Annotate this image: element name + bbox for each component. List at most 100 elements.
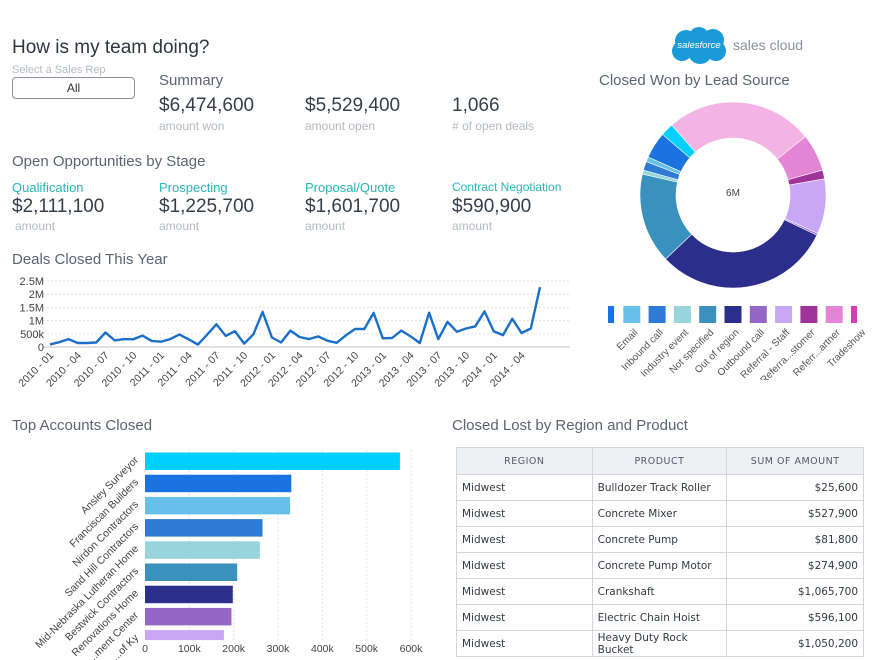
deals-closed-line-chart: 0500k1M1.5M2M2.5M 2010 - 012010 - 042010… bbox=[16, 276, 570, 389]
stage-value: $2,111,100 bbox=[12, 196, 105, 217]
stage-label: amount bbox=[15, 219, 56, 233]
stages-title: Open Opportunities by Stage bbox=[12, 153, 206, 170]
legend-swatch[interactable] bbox=[775, 306, 793, 323]
column-header-product[interactable]: PRODUCT bbox=[591, 447, 728, 475]
amount-cell: $1,065,700 bbox=[726, 578, 864, 605]
amount-cell: $527,900 bbox=[726, 500, 864, 527]
stage-label: amount bbox=[452, 219, 493, 233]
x-tick-label: 200k bbox=[222, 643, 246, 655]
summary-metric-open-deals: 1,066 # of open deals bbox=[452, 95, 534, 133]
column-header-sum-of-amount[interactable]: SUM OF AMOUNT bbox=[726, 447, 864, 475]
stage-prospecting: Prospecting $1,225,700 amount bbox=[159, 180, 254, 233]
line-chart-title: Deals Closed This Year bbox=[12, 251, 168, 268]
table-row[interactable]: Midwest Concrete Mixer $527,900 bbox=[456, 500, 864, 527]
amount-cell: $596,100 bbox=[726, 604, 864, 631]
region-cell: Midwest bbox=[456, 526, 593, 553]
region-cell: Midwest bbox=[456, 578, 593, 605]
metric-label: amount won bbox=[159, 119, 225, 133]
donut-legend: EmailInbound callIndustry eventNot speci… bbox=[608, 306, 869, 380]
metric-value: $5,529,400 bbox=[305, 95, 401, 116]
stage-contract-negotiation: Contract Negotiation $590,900 amount bbox=[452, 180, 561, 233]
sales-rep-select[interactable]: All bbox=[12, 77, 135, 99]
legend-swatch[interactable] bbox=[800, 306, 818, 323]
x-tick-label: 600k bbox=[400, 643, 424, 655]
summary-metric-amount-won: $6,474,600 amount won bbox=[159, 95, 254, 133]
bar[interactable] bbox=[145, 585, 233, 604]
amount-cell: $274,900 bbox=[726, 552, 864, 579]
legend-swatch[interactable] bbox=[648, 306, 666, 323]
product-cell: Crankshaft bbox=[591, 578, 728, 605]
stage-value: $590,900 bbox=[452, 196, 532, 217]
legend-swatch[interactable] bbox=[608, 306, 614, 323]
bar[interactable] bbox=[145, 496, 290, 515]
y-tick-label: 2M bbox=[29, 289, 44, 301]
stage-value: $1,601,700 bbox=[305, 196, 401, 217]
page-title: How is my team doing? bbox=[12, 37, 210, 58]
stage-name: Proposal/Quote bbox=[305, 180, 396, 195]
legend-swatch[interactable] bbox=[825, 306, 843, 323]
legend-swatch[interactable] bbox=[623, 306, 641, 323]
legend-swatch[interactable] bbox=[749, 306, 767, 323]
column-header-region[interactable]: REGION bbox=[456, 447, 593, 475]
stage-name: Prospecting bbox=[159, 180, 228, 195]
bar[interactable] bbox=[145, 630, 224, 641]
metric-label: amount open bbox=[305, 119, 376, 133]
logo-brand: salesforce bbox=[677, 40, 720, 51]
line-series-amount bbox=[49, 286, 542, 346]
x-tick-label: 100k bbox=[178, 643, 202, 655]
logo-product: sales cloud bbox=[733, 37, 804, 53]
region-cell: Midwest bbox=[456, 474, 593, 501]
closed-lost-table: REGION PRODUCT SUM OF AMOUNT Midwest Bull… bbox=[456, 447, 864, 657]
stage-value: $1,225,700 bbox=[159, 196, 255, 217]
product-cell: Concrete Pump bbox=[591, 526, 728, 553]
table-row[interactable]: Midwest Concrete Pump $81,800 bbox=[456, 526, 864, 553]
metric-label: # of open deals bbox=[452, 119, 535, 133]
product-cell: Concrete Pump Motor bbox=[591, 552, 728, 579]
donut-chart-title: Closed Won by Lead Source bbox=[599, 72, 790, 89]
sales-rep-select-label: Select a Sales Rep bbox=[12, 64, 106, 76]
stage-proposal-quote: Proposal/Quote $1,601,700 amount bbox=[305, 180, 400, 233]
stage-label: amount bbox=[159, 219, 200, 233]
cloud-icon: salesforce bbox=[672, 27, 726, 64]
product-cell: Bulldozer Track Roller bbox=[591, 474, 728, 501]
region-cell: Midwest bbox=[456, 500, 593, 527]
bar[interactable] bbox=[145, 541, 260, 559]
stage-name: Contract Negotiation bbox=[452, 180, 562, 194]
bar[interactable] bbox=[145, 474, 292, 493]
bar[interactable] bbox=[145, 452, 400, 471]
table-row[interactable]: Midwest Bulldozer Track Roller $25,600 bbox=[456, 474, 864, 501]
product-cell: Heavy Duty Rock Bucket bbox=[591, 630, 728, 657]
salesforce-logo: salesforce sales cloud bbox=[668, 25, 803, 65]
metric-value: $6,474,600 bbox=[159, 95, 255, 116]
bar[interactable] bbox=[145, 607, 232, 626]
amount-cell: $81,800 bbox=[726, 526, 864, 553]
legend-swatch[interactable] bbox=[724, 306, 742, 323]
metric-value: 1,066 bbox=[452, 95, 500, 116]
product-cell: Electric Chain Hoist bbox=[591, 604, 728, 631]
x-tick-label: 500k bbox=[355, 643, 379, 655]
summary-title: Summary bbox=[159, 72, 224, 89]
x-tick-label: 300k bbox=[267, 643, 291, 655]
donut-center-label: 6M bbox=[726, 188, 740, 199]
table-row[interactable]: Midwest Concrete Pump Motor $274,900 bbox=[456, 552, 864, 579]
y-tick-label: 500k bbox=[20, 329, 44, 341]
table-row[interactable]: Midwest Heavy Duty Rock Bucket $1,050,200 bbox=[456, 630, 864, 657]
y-tick-label: 0 bbox=[38, 342, 44, 354]
bar[interactable] bbox=[145, 563, 238, 582]
legend-swatch[interactable] bbox=[673, 306, 691, 323]
legend-swatch[interactable] bbox=[699, 306, 717, 323]
legend-swatch[interactable] bbox=[851, 306, 857, 323]
region-cell: Midwest bbox=[456, 604, 593, 631]
table-row[interactable]: Midwest Electric Chain Hoist $596,100 bbox=[456, 604, 864, 631]
table-row[interactable]: Midwest Crankshaft $1,065,700 bbox=[456, 578, 864, 605]
y-tick-label: 2.5M bbox=[20, 276, 44, 288]
stage-label: amount bbox=[305, 219, 346, 233]
amount-cell: $1,050,200 bbox=[726, 630, 864, 657]
lead-source-donut-chart: 6M bbox=[639, 101, 827, 289]
top-accounts-bar-chart: Ansley SurveyorFranciscan BuildersNirdon… bbox=[33, 450, 424, 660]
closed-lost-table-container[interactable]: REGION PRODUCT SUM OF AMOUNT Midwest Bull… bbox=[456, 447, 864, 660]
region-cell: Midwest bbox=[456, 630, 593, 657]
bar[interactable] bbox=[145, 519, 263, 537]
stage-qualification: Qualification $2,111,100 amount bbox=[12, 180, 104, 233]
region-cell: Midwest bbox=[456, 552, 593, 579]
